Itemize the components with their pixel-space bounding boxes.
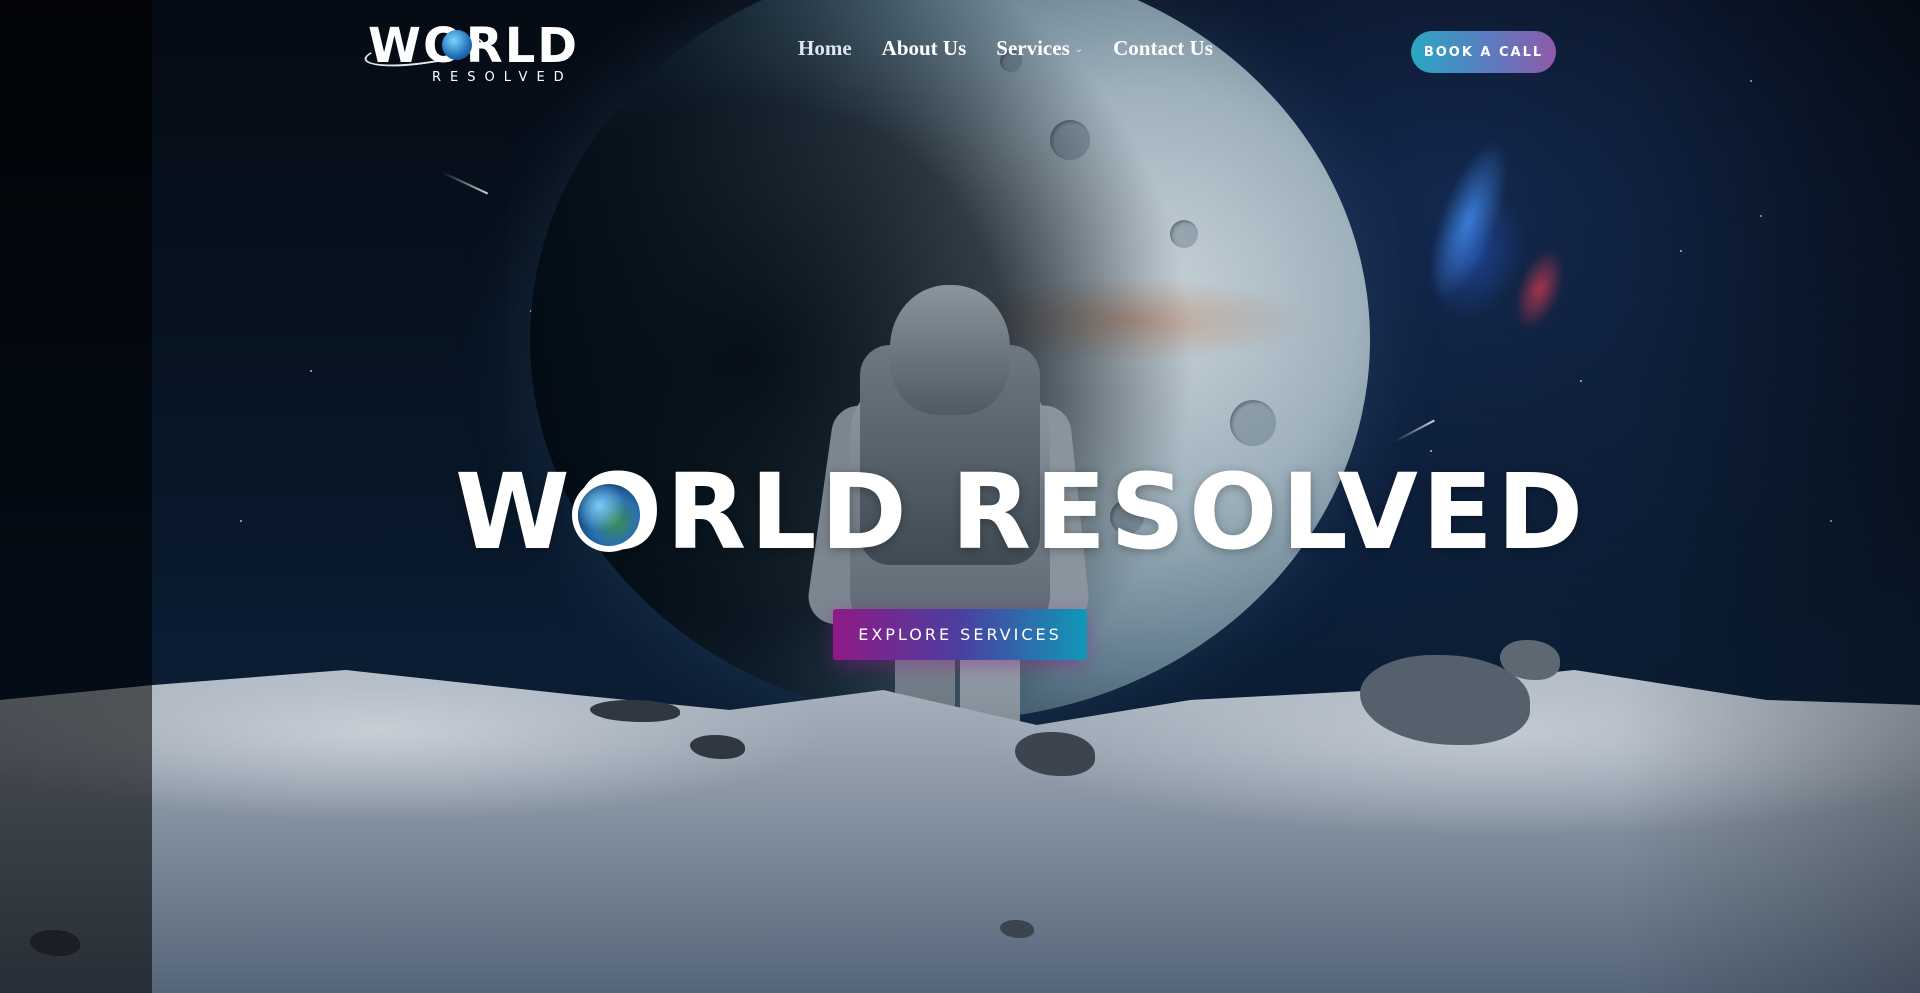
earth-globe-icon — [578, 484, 640, 546]
explore-services-button[interactable]: EXPLORE SERVICES — [833, 609, 1087, 660]
nav-home[interactable]: Home — [798, 36, 852, 61]
logo-wordmark: WORLD — [368, 18, 580, 74]
site-logo[interactable]: WORLD RESOLVED — [362, 18, 580, 86]
nav-contact-label: Contact Us — [1113, 36, 1213, 60]
nav-services-label: Services — [996, 36, 1070, 60]
globe-icon — [442, 30, 472, 60]
book-a-call-button[interactable]: BOOK A CALL — [1411, 31, 1556, 73]
main-nav: Home About Us Services ⌄ Contact Us — [798, 36, 1213, 61]
nav-about-us[interactable]: About Us — [882, 36, 967, 61]
site-header: WORLD RESOLVED Home About Us Services ⌄ … — [0, 0, 1920, 104]
logo-subtext: RESOLVED — [432, 70, 573, 85]
nav-about-label: About Us — [881, 36, 967, 60]
chevron-down-icon: ⌄ — [1074, 44, 1084, 55]
nav-contact-us[interactable]: Contact Us — [1113, 36, 1213, 61]
nav-home-label: Home — [798, 36, 852, 60]
nav-services[interactable]: Services ⌄ — [996, 36, 1083, 61]
